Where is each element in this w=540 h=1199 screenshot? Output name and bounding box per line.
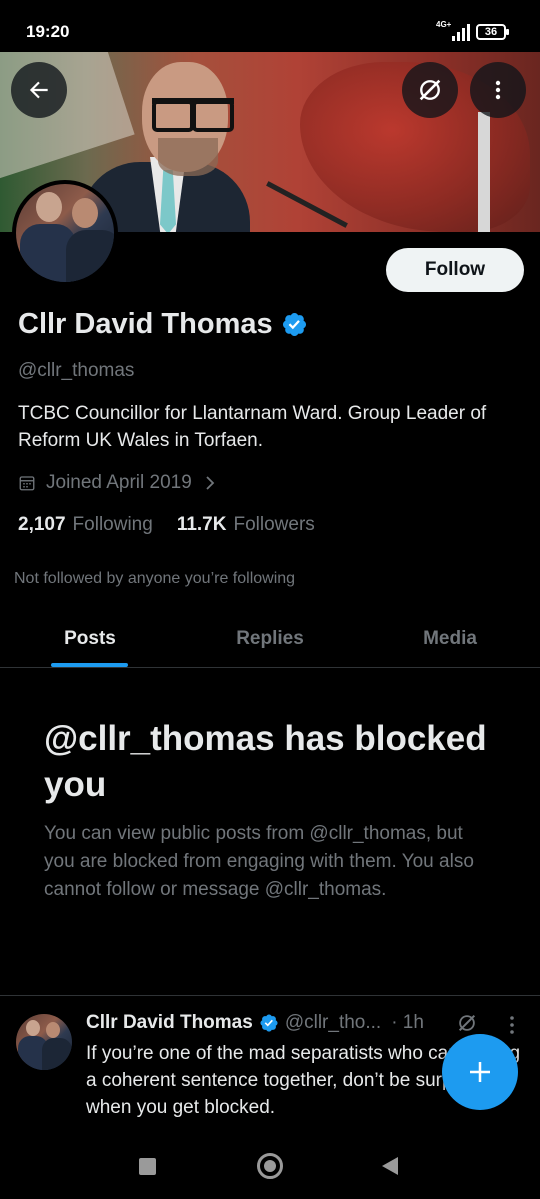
following-count: 2,107: [18, 514, 66, 535]
post-timestamp: · 1h: [391, 1012, 424, 1033]
more-options-button[interactable]: [470, 62, 526, 118]
chevron-right-icon: [206, 476, 215, 490]
tab-posts[interactable]: Posts: [0, 610, 180, 667]
recents-icon[interactable]: [139, 1158, 156, 1175]
grok-icon[interactable]: [456, 1012, 478, 1034]
tab-media[interactable]: Media: [360, 610, 540, 667]
display-name: Cllr David Thomas: [18, 308, 273, 340]
tab-replies[interactable]: Replies: [180, 610, 360, 667]
plus-icon: [470, 1062, 490, 1082]
signal-icon: [452, 24, 470, 41]
not-followed-note: Not followed by anyone you’re following: [14, 570, 296, 587]
joined-date: Joined April 2019: [46, 472, 192, 493]
profile-avatar[interactable]: [12, 180, 118, 286]
status-bar: 19:20 4G+ 36: [0, 0, 540, 52]
post-author-handle: @cllr_tho...: [284, 1012, 382, 1033]
following-stat[interactable]: 2,107 Following: [18, 514, 153, 536]
grok-icon: [419, 79, 441, 101]
follow-button[interactable]: Follow: [386, 248, 524, 292]
back-triangle-icon[interactable]: [382, 1157, 398, 1175]
post-author-name[interactable]: Cllr David Thomas: [86, 1012, 253, 1034]
post-avatar[interactable]: [16, 1014, 72, 1070]
blocked-title: @cllr_thomas has blocked you: [44, 719, 487, 804]
profile-handle: @cllr_thomas: [18, 360, 135, 381]
more-vertical-icon[interactable]: [504, 1014, 520, 1036]
profile-name-row: Cllr David Thomas: [18, 308, 308, 341]
home-icon[interactable]: [257, 1153, 283, 1179]
calendar-icon: [19, 476, 35, 491]
profile-tabs: Posts Replies Media: [0, 610, 540, 668]
followers-label: Followers: [233, 514, 315, 535]
back-arrow-icon: [29, 81, 48, 99]
system-nav-bar: [0, 1136, 540, 1199]
blocked-description: You can view public posts from @cllr_tho…: [44, 823, 474, 900]
profile-bio: TCBC Councillor for Llantarnam Ward. Gro…: [18, 403, 487, 451]
compose-button[interactable]: [442, 1034, 518, 1110]
grok-button[interactable]: [402, 62, 458, 118]
more-vertical-icon: [495, 80, 501, 100]
followers-count: 11.7K: [176, 514, 227, 535]
post-header: Cllr David Thomas @cllr_tho... · 1h: [86, 1012, 424, 1034]
followers-stat[interactable]: 11.7K Followers: [177, 514, 315, 536]
verified-badge-icon: [260, 1014, 278, 1032]
follow-stats: 2,107 Following 11.7K Followers: [18, 514, 339, 536]
status-time: 19:20: [26, 22, 70, 41]
battery-icon: 36: [476, 24, 509, 40]
back-button[interactable]: [11, 62, 67, 118]
verified-badge-icon[interactable]: [281, 311, 308, 338]
joined-date-row[interactable]: Joined April 2019: [18, 472, 216, 494]
following-label: Following: [72, 514, 153, 535]
